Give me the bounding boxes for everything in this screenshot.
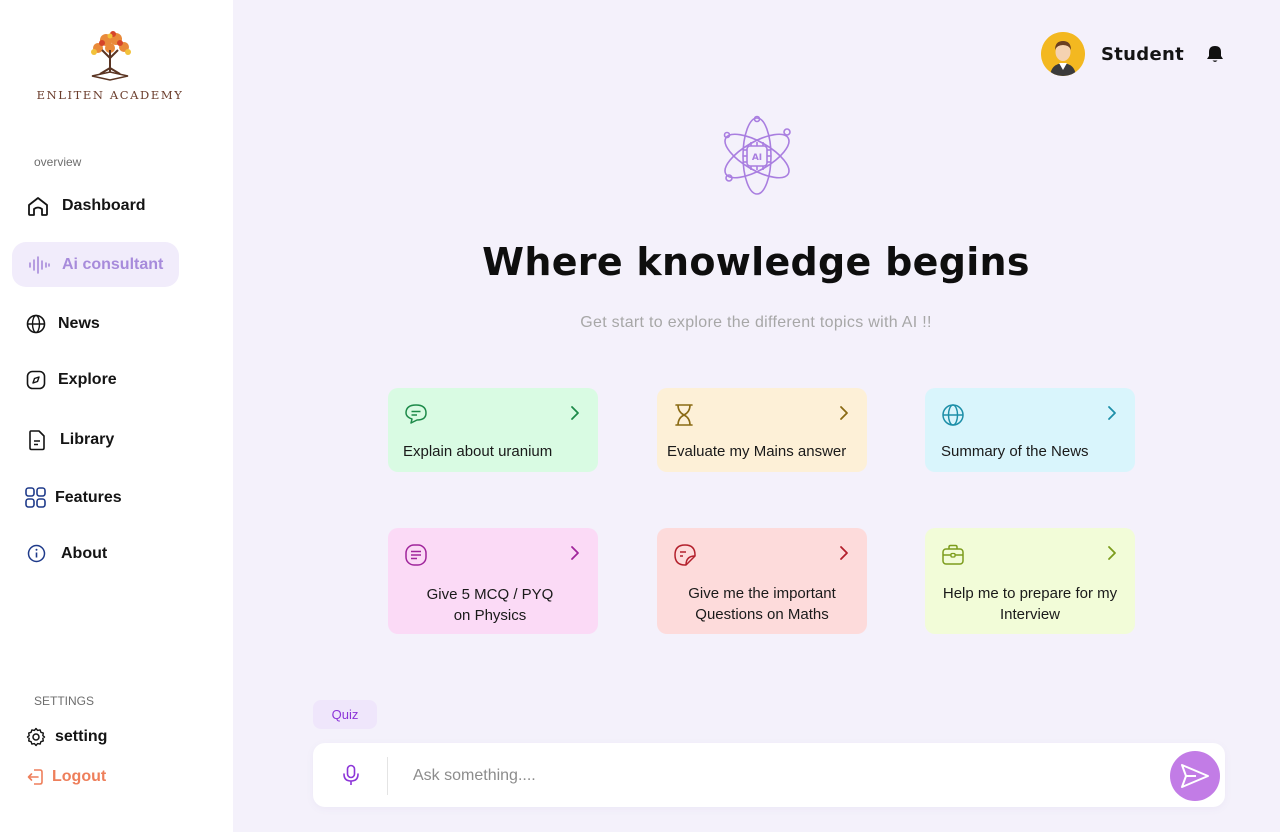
sidebar-item-setting[interactable]: setting [26,727,107,747]
prompt-card-news[interactable]: Summary of the News [925,388,1135,472]
quiz-chip[interactable]: Quiz [313,700,377,729]
chat-input[interactable] [413,757,1133,795]
sidebar-item-label: About [61,544,108,562]
logout-icon [27,769,43,785]
chevron-right-icon [1108,546,1116,560]
settings-section-label: SETTINGS [34,694,95,708]
sidebar-item-dashboard[interactable]: Dashboard [26,195,146,217]
sidebar-item-label: setting [55,728,108,745]
chevron-right-icon [840,546,848,560]
globe-icon [942,404,964,426]
prompt-card-mains[interactable]: Evaluate my Mains answer [657,388,867,472]
sidebar-item-explore[interactable]: Explore [26,370,117,390]
card-text: Give me the important Questions on Maths [688,585,836,623]
tree-logo-icon [91,31,131,81]
sidebar-item-label: Features [55,488,122,506]
card-text: Help me to prepare for my Interview [942,585,1118,623]
logout-label: Logout [52,768,107,785]
card-text: Summary of the News [941,443,1089,460]
info-icon [27,544,46,563]
svg-text:AI: AI [752,153,762,163]
hero-subtitle: Get start to explore the different topic… [580,314,932,331]
chevron-right-icon [840,406,848,420]
chevron-right-icon [571,406,579,420]
user-profile[interactable]: Student [1041,32,1224,76]
send-button[interactable] [1170,751,1220,801]
chat-bar [313,743,1225,807]
prompt-card-physics[interactable]: Give 5 MCQ / PYQ on Physics [388,528,598,634]
sidebar-item-features[interactable]: Features [25,487,122,508]
sidebar-item-label: Dashboard [62,197,146,214]
brand-logo[interactable]: ENLITEN ACADEMY [30,28,190,108]
bell-icon[interactable] [1206,44,1224,64]
list-note-icon [405,544,427,566]
sidebar-item-about[interactable]: About [27,544,107,563]
card-text: Give 5 MCQ / PYQ on Physics [426,586,554,624]
overview-label: overview [34,155,82,169]
user-name: Student [1101,43,1184,65]
card-text: Explain about uranium [403,443,553,460]
card-text: Evaluate my Mains answer [667,443,847,460]
sidebar-item-label: Library [60,431,115,448]
chat-bubble-icon [405,404,427,424]
microphone-icon[interactable] [341,764,361,786]
hero-title: Where knowledge begins [482,240,1030,284]
document-icon [29,430,45,451]
sidebar-item-label: Explore [58,371,117,388]
avatar[interactable] [1041,32,1085,76]
gear-icon [26,727,46,747]
user-avatar-icon [1041,32,1085,76]
divider [387,757,388,795]
briefcase-icon [942,544,964,565]
ai-atom-icon: AI [723,115,791,195]
prompt-card-interview[interactable]: Help me to prepare for my Interview [925,528,1135,634]
send-icon [1181,764,1209,788]
prompt-card-maths[interactable]: Give me the important Questions on Maths [657,528,867,634]
chevron-right-icon [1108,406,1116,420]
compass-icon [26,370,46,390]
hourglass-icon [675,404,693,426]
sticky-note-icon [674,544,696,566]
brand-name: ENLITEN ACADEMY [36,88,184,102]
home-icon [28,197,48,216]
prompt-card-uranium[interactable]: Explain about uranium [388,388,598,472]
chevron-right-icon [571,546,579,560]
grid-icon [25,487,46,508]
sidebar-item-library[interactable]: Library [26,429,114,451]
logout-button[interactable]: Logout [26,767,106,787]
sidebar: ENLITEN ACADEMY overview Dashboard Ai co… [0,0,233,832]
